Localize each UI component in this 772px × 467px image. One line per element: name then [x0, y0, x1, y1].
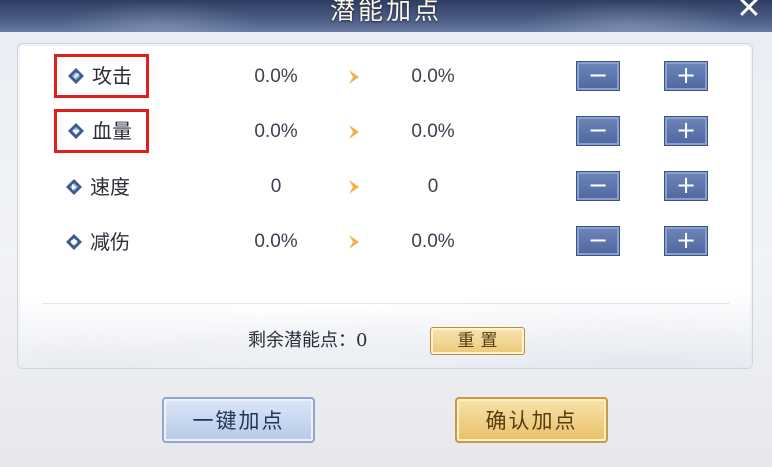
current-value: 0.0% — [254, 66, 298, 87]
title-bar: 潜能加点 ✕ — [0, 0, 772, 32]
arrow-right-icon — [349, 125, 359, 139]
attribute-label: 减伤 — [90, 230, 130, 254]
attribute-row-attack: 攻击 0.0% 0.0% − + — [18, 54, 754, 98]
attribute-label: 血量 — [92, 119, 132, 143]
attribute-label: 速度 — [90, 175, 130, 199]
increase-button-attack[interactable]: + — [664, 61, 708, 91]
next-value: 0 — [427, 176, 439, 197]
reset-button[interactable]: 重置 — [430, 327, 525, 355]
confirm-allocate-button[interactable]: 确认加点 — [455, 397, 608, 443]
arrow-right-icon — [349, 235, 359, 249]
attribute-panel: 攻击 0.0% 0.0% − + 血量 0.0% 0.0% − + 速度 0 0… — [17, 43, 753, 369]
next-value: 0.0% — [411, 66, 455, 87]
increase-button-speed[interactable]: + — [664, 171, 708, 201]
attribute-name-speed: 速度 — [64, 172, 135, 202]
current-value: 0.0% — [254, 121, 298, 142]
remaining-points-label: 剩余潜能点：0 — [248, 330, 368, 351]
auto-allocate-button[interactable]: 一键加点 — [162, 397, 315, 443]
close-button[interactable]: ✕ — [734, 0, 764, 24]
window-title: 潜能加点 — [329, 0, 442, 25]
current-value: 0.0% — [254, 231, 298, 252]
next-value: 0.0% — [411, 231, 455, 252]
increase-button-damage-reduction[interactable]: + — [664, 226, 708, 256]
attribute-label: 攻击 — [92, 64, 132, 88]
mist-decoration — [18, 278, 752, 368]
decrease-button-speed[interactable]: − — [576, 171, 620, 201]
speed-diamond-icon — [66, 178, 82, 195]
health-diamond-icon — [68, 122, 84, 139]
attribute-name-damage-reduction: 减伤 — [64, 227, 135, 257]
decrease-button-attack[interactable]: − — [576, 61, 620, 91]
arrow-right-icon — [349, 70, 359, 84]
decrease-button-health[interactable]: − — [576, 116, 620, 146]
attribute-row-health: 血量 0.0% 0.0% − + — [18, 109, 754, 153]
attribute-row-damage-reduction: 减伤 0.0% 0.0% − + — [18, 225, 754, 259]
attribute-name-health: 血量 — [54, 109, 149, 153]
current-value: 0 — [270, 176, 282, 197]
increase-button-health[interactable]: + — [664, 116, 708, 146]
next-value: 0.0% — [411, 121, 455, 142]
attack-diamond-icon — [68, 67, 84, 84]
decrease-button-damage-reduction[interactable]: − — [576, 226, 620, 256]
divider — [42, 303, 730, 304]
attribute-name-attack: 攻击 — [54, 54, 149, 98]
attribute-row-speed: 速度 0 0 − + — [18, 170, 754, 204]
arrow-right-icon — [349, 180, 359, 194]
defense-diamond-icon — [66, 233, 82, 250]
